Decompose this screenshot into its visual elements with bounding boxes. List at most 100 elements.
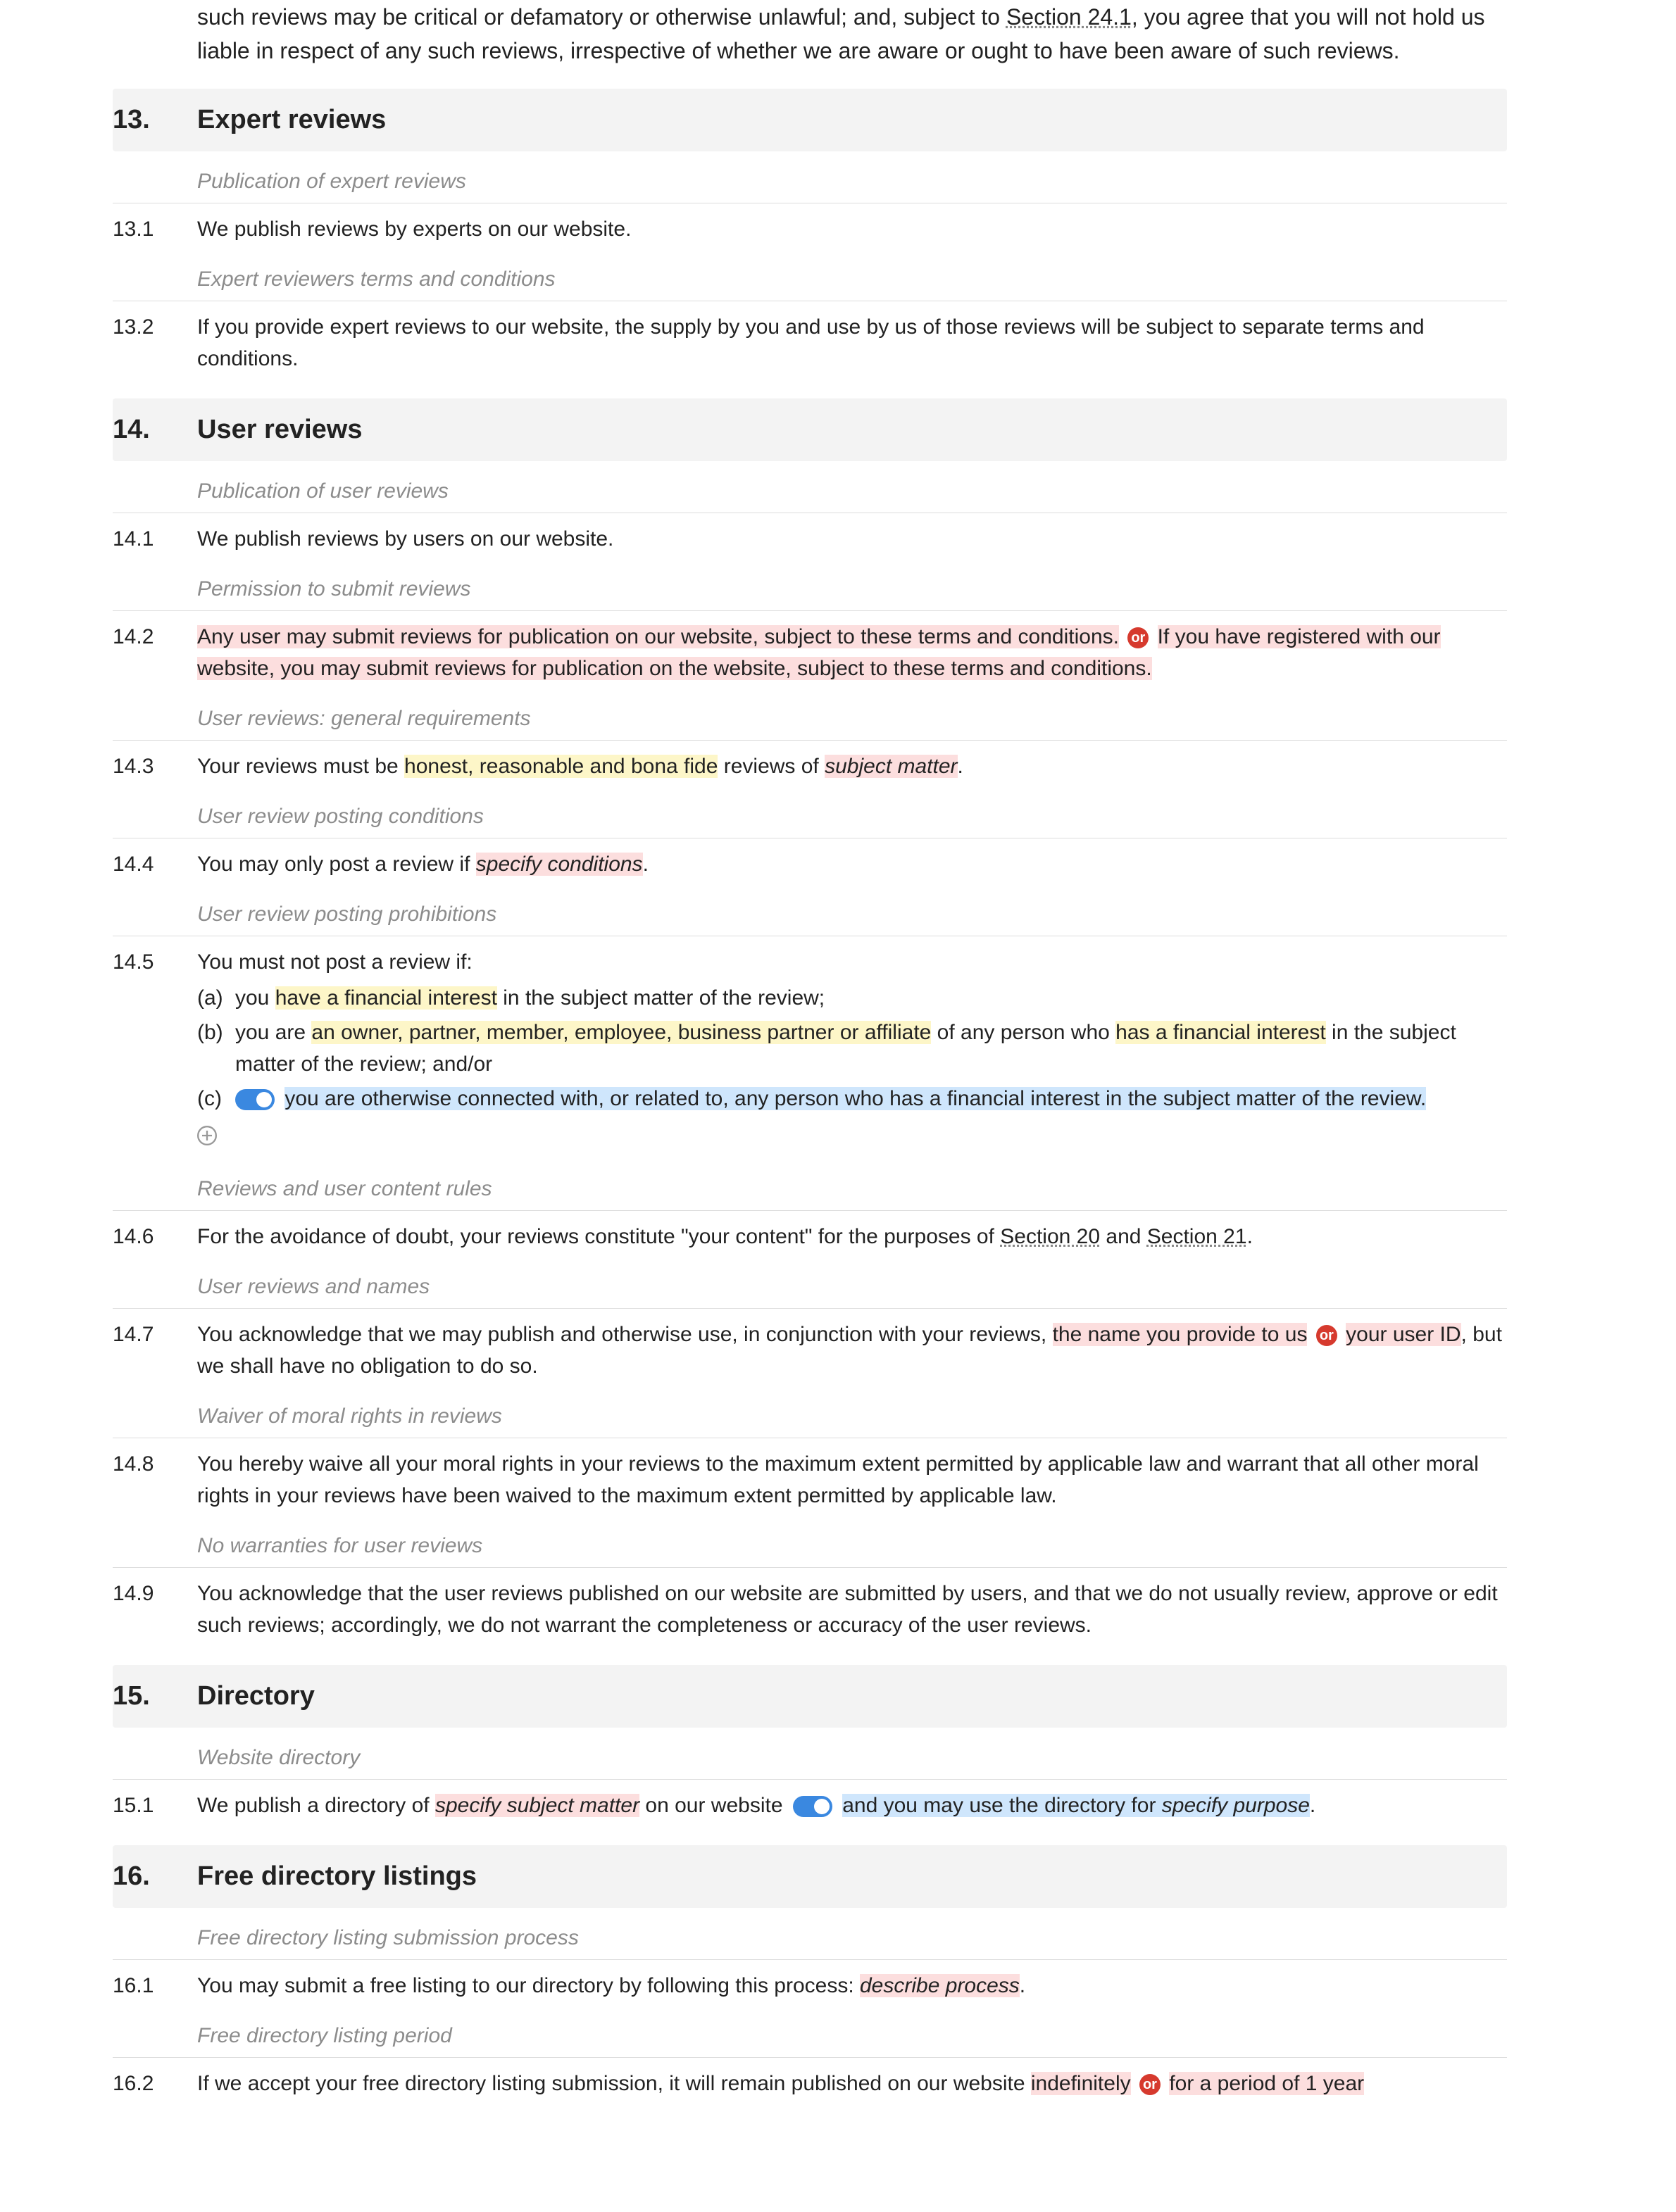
- clause-14-5-a-post: in the subject matter of the review;: [497, 986, 825, 1010]
- clause-15-1: 15.1 We publish a directory of specify s…: [113, 1790, 1507, 1827]
- clause-16-2-opt1[interactable]: indefinitely: [1031, 2072, 1131, 2095]
- clause-14-8-num: 14.8: [113, 1448, 197, 1512]
- subtitle-14-4-text: User review posting conditions: [197, 800, 484, 832]
- section-14-num: 14.: [113, 410, 197, 450]
- clause-14-2-body: Any user may submit reviews for publicat…: [197, 621, 1507, 684]
- add-item-icon[interactable]: [197, 1126, 217, 1145]
- clause-14-6-num: 14.6: [113, 1221, 197, 1252]
- clause-14-5-b-letter: (b): [197, 1017, 235, 1080]
- clause-16-2-opt2[interactable]: for a period of 1 year: [1169, 2072, 1364, 2095]
- clause-14-5-b-body: you are an owner, partner, member, emplo…: [235, 1017, 1507, 1080]
- clause-14-2-num: 14.2: [113, 621, 197, 684]
- clause-14-6-post: .: [1247, 1225, 1253, 1248]
- clause-14-5: 14.5 You must not post a review if: (a) …: [113, 946, 1507, 1160]
- section-16-num: 16.: [113, 1856, 197, 1897]
- clause-14-3-num: 14.3: [113, 750, 197, 782]
- clause-14-5-a-pre: you: [235, 986, 275, 1010]
- clause-15-1-mid: on our website: [639, 1794, 782, 1817]
- subtitle-15-1-text: Website directory: [197, 1742, 360, 1773]
- clause-16-2-pre: If we accept your free directory listing…: [197, 2072, 1031, 2095]
- clause-14-7-opt2[interactable]: your user ID: [1346, 1323, 1461, 1346]
- section-13-num: 13.: [113, 100, 197, 140]
- subtitle-14-3-text: User reviews: general requirements: [197, 703, 531, 734]
- clause-15-1-opt-pre: and you may use the directory for: [842, 1794, 1162, 1817]
- clause-14-6-body: For the avoidance of doubt, your reviews…: [197, 1221, 1507, 1252]
- clause-16-2-num: 16.2: [113, 2068, 197, 2099]
- subtitle-14-8: Waiver of moral rights in reviews: [113, 1400, 1507, 1438]
- subtitle-13-1: Publication of expert reviews: [113, 165, 1507, 203]
- clause-16-1-body: You may submit a free listing to our dir…: [197, 1970, 1507, 2002]
- clause-15-1-field2[interactable]: specify purpose: [1162, 1794, 1310, 1817]
- clause-14-7-pre: You acknowledge that we may publish and …: [197, 1323, 1053, 1346]
- clause-14-5-c-body: you are otherwise connected with, or rel…: [235, 1083, 1426, 1114]
- clause-14-3-field1[interactable]: honest, reasonable and bona fide: [404, 755, 718, 778]
- clause-14-5-c-letter: (c): [197, 1083, 235, 1114]
- clause-14-5-c-text[interactable]: you are otherwise connected with, or rel…: [284, 1087, 1426, 1110]
- subtitle-16-2: Free directory listing period: [113, 2020, 1507, 2058]
- clause-13-2-body: If you provide expert reviews to our web…: [197, 311, 1507, 375]
- clause-15-1-pre: We publish a directory of: [197, 1794, 435, 1817]
- subtitle-16-2-text: Free directory listing period: [197, 2020, 452, 2051]
- clause-16-1-field[interactable]: describe process: [860, 1974, 1020, 1997]
- clause-14-3-field2[interactable]: subject matter: [825, 755, 957, 778]
- subtitle-14-1: Publication of user reviews: [113, 475, 1507, 513]
- clause-14-3: 14.3 Your reviews must be honest, reason…: [113, 750, 1507, 788]
- subtitle-14-3: User reviews: general requirements: [113, 703, 1507, 741]
- section-ref-24-1: Section 24.1: [1006, 4, 1132, 30]
- clause-16-1-post: .: [1020, 1974, 1025, 1997]
- clause-15-1-optional[interactable]: and you may use the directory for specif…: [842, 1794, 1310, 1817]
- clause-14-4-post: .: [643, 853, 649, 876]
- clause-14-7-opt1[interactable]: the name you provide to us: [1053, 1323, 1308, 1346]
- clause-14-1-body: We publish reviews by users on our websi…: [197, 523, 1507, 555]
- clause-14-5-b-mid: of any person who: [931, 1021, 1115, 1044]
- clause-14-8: 14.8 You hereby waive all your moral rig…: [113, 1448, 1507, 1517]
- toggle-switch[interactable]: [793, 1796, 832, 1817]
- clause-14-8-body: You hereby waive all your moral rights i…: [197, 1448, 1507, 1512]
- subtitle-14-5: User review posting prohibitions: [113, 898, 1507, 936]
- clause-14-9: 14.9 You acknowledge that the user revie…: [113, 1578, 1507, 1647]
- clause-16-2-body: If we accept your free directory listing…: [197, 2068, 1507, 2099]
- clause-15-1-num: 15.1: [113, 1790, 197, 1821]
- clause-14-3-mid: reviews of: [718, 755, 825, 778]
- clause-14-3-post: .: [958, 755, 963, 778]
- section-16-header: 16. Free directory listings: [113, 1845, 1507, 1908]
- subtitle-14-7-text: User reviews and names: [197, 1271, 430, 1302]
- clause-16-1: 16.1 You may submit a free listing to ou…: [113, 1970, 1507, 2007]
- clause-14-7-num: 14.7: [113, 1319, 197, 1382]
- subtitle-13-2: Expert reviewers terms and conditions: [113, 263, 1507, 301]
- clause-15-1-post: .: [1310, 1794, 1315, 1817]
- clause-14-5-body: You must not post a review if: (a) you h…: [197, 946, 1507, 1155]
- toggle-switch[interactable]: [235, 1089, 275, 1110]
- clause-15-1-field1[interactable]: specify subject matter: [435, 1794, 639, 1817]
- subtitle-16-1: Free directory listing submission proces…: [113, 1922, 1507, 1960]
- document-page: such reviews may be critical or defamato…: [0, 0, 1676, 2133]
- subtitle-14-6-text: Reviews and user content rules: [197, 1173, 492, 1205]
- clause-14-2-opt1[interactable]: Any user may submit reviews for publicat…: [197, 625, 1119, 648]
- subtitle-14-1-text: Publication of user reviews: [197, 475, 449, 507]
- clause-14-5-b-field1[interactable]: an owner, partner, member, employee, bus…: [311, 1021, 931, 1044]
- clause-14-5-b: (b) you are an owner, partner, member, e…: [197, 1017, 1507, 1080]
- subtitle-13-2-text: Expert reviewers terms and conditions: [197, 263, 556, 295]
- clause-14-5-num: 14.5: [113, 946, 197, 1155]
- clause-14-4-field[interactable]: specify conditions: [476, 853, 643, 876]
- or-badge[interactable]: or: [1127, 627, 1149, 648]
- clause-14-6: 14.6 For the avoidance of doubt, your re…: [113, 1221, 1507, 1258]
- or-badge[interactable]: or: [1139, 2074, 1161, 2095]
- clause-14-3-body: Your reviews must be honest, reasonable …: [197, 750, 1507, 782]
- clause-13-2-num: 13.2: [113, 311, 197, 375]
- subtitle-15-1: Website directory: [113, 1742, 1507, 1780]
- clause-16-1-pre: You may submit a free listing to our dir…: [197, 1974, 860, 1997]
- clause-14-7-body: You acknowledge that we may publish and …: [197, 1319, 1507, 1382]
- intro-text-pre: such reviews may be critical or defamato…: [197, 4, 1006, 30]
- clause-14-5-b-field2[interactable]: has a financial interest: [1115, 1021, 1326, 1044]
- clause-14-5-a-field[interactable]: have a financial interest: [275, 986, 497, 1010]
- subtitle-13-1-text: Publication of expert reviews: [197, 165, 466, 197]
- subtitle-16-1-text: Free directory listing submission proces…: [197, 1922, 579, 1954]
- clause-14-4: 14.4 You may only post a review if speci…: [113, 848, 1507, 886]
- section-13-title: Expert reviews: [197, 100, 386, 140]
- section-14-title: User reviews: [197, 410, 363, 450]
- subtitle-14-7: User reviews and names: [113, 1271, 1507, 1309]
- clause-16-1-num: 16.1: [113, 1970, 197, 2002]
- clause-14-4-pre: You may only post a review if: [197, 853, 476, 876]
- or-badge[interactable]: or: [1316, 1325, 1337, 1346]
